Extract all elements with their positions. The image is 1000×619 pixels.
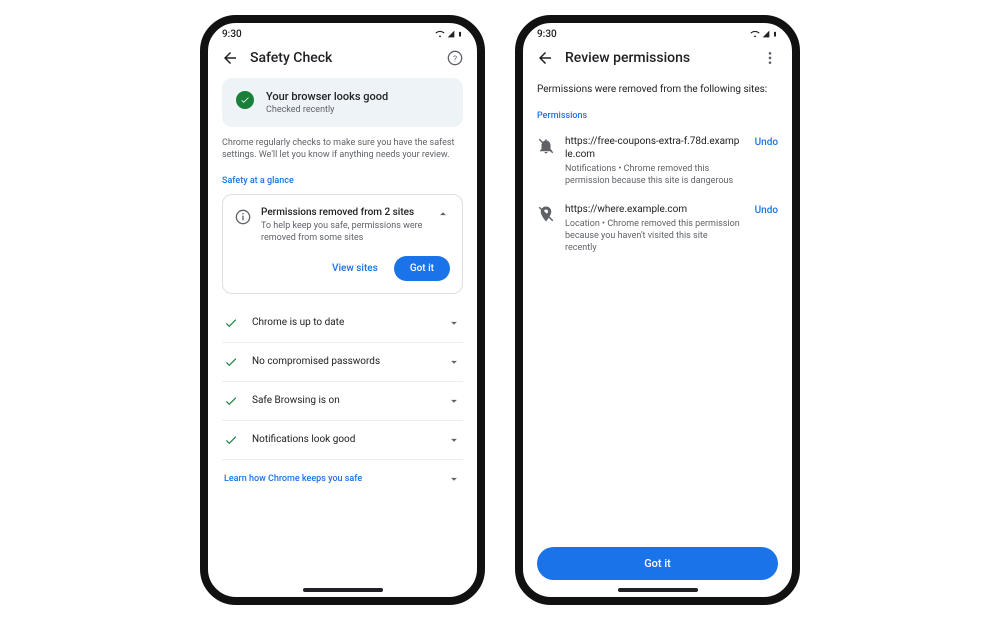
check-label: No compromised passwords bbox=[252, 356, 433, 367]
checks-list: Chrome is up to date No compromised pass… bbox=[222, 304, 463, 498]
chevron-up-icon[interactable] bbox=[436, 207, 450, 221]
check-label: Notifications look good bbox=[252, 434, 433, 445]
undo-button[interactable]: Undo bbox=[755, 205, 778, 216]
status-icons bbox=[750, 29, 778, 39]
chevron-down-icon bbox=[447, 472, 461, 486]
location-off-icon bbox=[537, 205, 555, 223]
page-title: Safety Check bbox=[250, 50, 435, 66]
check-label: Chrome is up to date bbox=[252, 317, 433, 328]
safety-description: Chrome regularly checks to make sure you… bbox=[222, 137, 463, 162]
check-icon bbox=[224, 394, 238, 408]
chevron-down-icon bbox=[447, 316, 461, 330]
battery-icon bbox=[772, 29, 778, 39]
permission-item: https://where.example.com Location • Chr… bbox=[537, 195, 778, 262]
back-icon[interactable] bbox=[220, 48, 240, 68]
help-icon[interactable]: ? bbox=[445, 48, 465, 68]
status-time: 9:30 bbox=[537, 29, 557, 40]
phone-safety-check: 9:30 Safety Check ? Your browser bbox=[200, 15, 485, 605]
more-icon[interactable] bbox=[760, 48, 780, 68]
signal-icon bbox=[762, 29, 770, 39]
banner-subtitle: Checked recently bbox=[266, 105, 388, 115]
check-item-passwords[interactable]: No compromised passwords bbox=[222, 342, 463, 381]
home-indicator bbox=[618, 588, 698, 592]
status-icons bbox=[435, 29, 463, 39]
permission-url: https://where.example.com bbox=[565, 203, 741, 216]
battery-icon bbox=[457, 29, 463, 39]
notifications-off-icon bbox=[537, 137, 555, 155]
phone-review-permissions: 9:30 Review permissions Permissions were… bbox=[515, 15, 800, 605]
permission-desc: Notifications • Chrome removed this perm… bbox=[565, 163, 741, 187]
perm-card-sub: To help keep you safe, permissions were … bbox=[261, 220, 426, 244]
check-item-safe-browsing[interactable]: Safe Browsing is on bbox=[222, 381, 463, 420]
permission-item: https://free-coupons-extra-f.78d.example… bbox=[537, 127, 778, 195]
check-label: Safe Browsing is on bbox=[252, 395, 433, 406]
permission-desc: Location • Chrome removed this permissio… bbox=[565, 218, 741, 254]
wifi-icon bbox=[435, 29, 445, 39]
undo-button[interactable]: Undo bbox=[755, 137, 778, 148]
permission-url: https://free-coupons-extra-f.78d.example… bbox=[565, 135, 741, 161]
back-icon[interactable] bbox=[535, 48, 555, 68]
learn-link[interactable]: Learn how Chrome keeps you safe bbox=[222, 459, 463, 498]
check-item-up-to-date[interactable]: Chrome is up to date bbox=[222, 304, 463, 342]
chevron-down-icon bbox=[447, 394, 461, 408]
status-bar: 9:30 bbox=[208, 23, 477, 42]
app-bar: Review permissions bbox=[523, 42, 792, 78]
review-subhead: Permissions were removed from the follow… bbox=[537, 84, 778, 95]
page-title: Review permissions bbox=[565, 50, 750, 66]
chevron-down-icon bbox=[447, 433, 461, 447]
banner-title: Your browser looks good bbox=[266, 90, 388, 103]
chevron-down-icon bbox=[447, 355, 461, 369]
signal-icon bbox=[447, 29, 455, 39]
wifi-icon bbox=[750, 29, 760, 39]
got-it-button[interactable]: Got it bbox=[394, 256, 450, 281]
view-sites-button[interactable]: View sites bbox=[322, 257, 388, 280]
glance-label: Safety at a glance bbox=[222, 176, 463, 186]
info-icon bbox=[235, 209, 251, 225]
perm-card-title: Permissions removed from 2 sites bbox=[261, 207, 426, 218]
check-circle-icon bbox=[236, 91, 254, 109]
permissions-card: Permissions removed from 2 sites To help… bbox=[222, 194, 463, 294]
permissions-label: Permissions bbox=[537, 111, 778, 121]
home-indicator bbox=[303, 588, 383, 592]
check-icon bbox=[224, 355, 238, 369]
svg-text:?: ? bbox=[453, 54, 457, 64]
status-banner: Your browser looks good Checked recently bbox=[222, 78, 463, 127]
check-icon bbox=[224, 433, 238, 447]
check-icon bbox=[224, 316, 238, 330]
check-item-notifications[interactable]: Notifications look good bbox=[222, 420, 463, 459]
status-bar: 9:30 bbox=[523, 23, 792, 42]
learn-label: Learn how Chrome keeps you safe bbox=[224, 474, 362, 484]
status-time: 9:30 bbox=[222, 29, 242, 40]
got-it-button[interactable]: Got it bbox=[537, 547, 778, 580]
app-bar: Safety Check ? bbox=[208, 42, 477, 78]
